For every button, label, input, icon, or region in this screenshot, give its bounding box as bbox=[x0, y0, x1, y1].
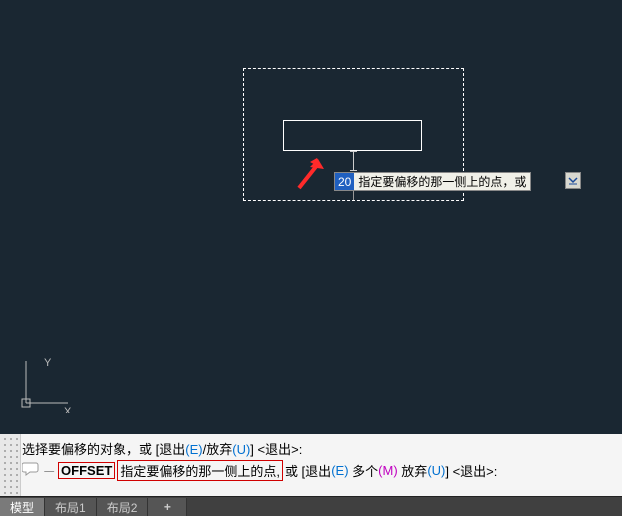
command-prompt-highlight: 指定要偏移的那一侧上的点, bbox=[117, 460, 283, 481]
tab-layout1[interactable]: 布局1 bbox=[45, 498, 97, 516]
command-panel: 选择要偏移的对象，或 [退出(E)/放弃(U)] <退出>: ⏤ OFFSET … bbox=[0, 434, 622, 496]
selected-rectangle[interactable] bbox=[283, 120, 422, 151]
annotation-arrow-icon bbox=[296, 155, 328, 191]
dynamic-input-prompt: 指定要偏移的那一侧上的点，或 bbox=[354, 173, 530, 190]
ucs-x-label: X bbox=[64, 406, 72, 413]
current-command: OFFSET bbox=[58, 462, 115, 479]
tick-bottom bbox=[350, 170, 357, 171]
ucs-y-label: Y bbox=[44, 357, 52, 369]
dynamic-input[interactable]: 20 指定要偏移的那一侧上的点，或 bbox=[334, 172, 531, 191]
command-history-line: 选择要偏移的对象，或 [退出(E)/放弃(U)] <退出>: bbox=[22, 439, 302, 458]
command-input-line[interactable]: ⏤ OFFSET 指定要偏移的那一侧上的点, 或 [退出(E) 多个(M) 放弃… bbox=[22, 460, 497, 481]
dimension-guide bbox=[353, 151, 354, 171]
ucs-icon: Y X bbox=[16, 353, 76, 413]
dash-icon: ⏤ bbox=[44, 463, 54, 479]
drawing-canvas[interactable]: 20 指定要偏移的那一侧上的点，或 Y X bbox=[0, 0, 622, 434]
tick-top bbox=[350, 151, 357, 152]
dynamic-input-dropdown-button[interactable] bbox=[565, 172, 581, 189]
chat-bubble-icon bbox=[22, 462, 40, 479]
command-grip[interactable] bbox=[0, 434, 21, 496]
dynamic-input-value[interactable]: 20 bbox=[335, 173, 354, 190]
tab-add-button[interactable]: + bbox=[148, 498, 187, 516]
tab-layout2[interactable]: 布局2 bbox=[97, 498, 149, 516]
chevron-down-icon bbox=[568, 176, 578, 186]
layout-tabs: 模型 布局1 布局2 + bbox=[0, 496, 622, 516]
tab-model[interactable]: 模型 bbox=[0, 498, 45, 516]
